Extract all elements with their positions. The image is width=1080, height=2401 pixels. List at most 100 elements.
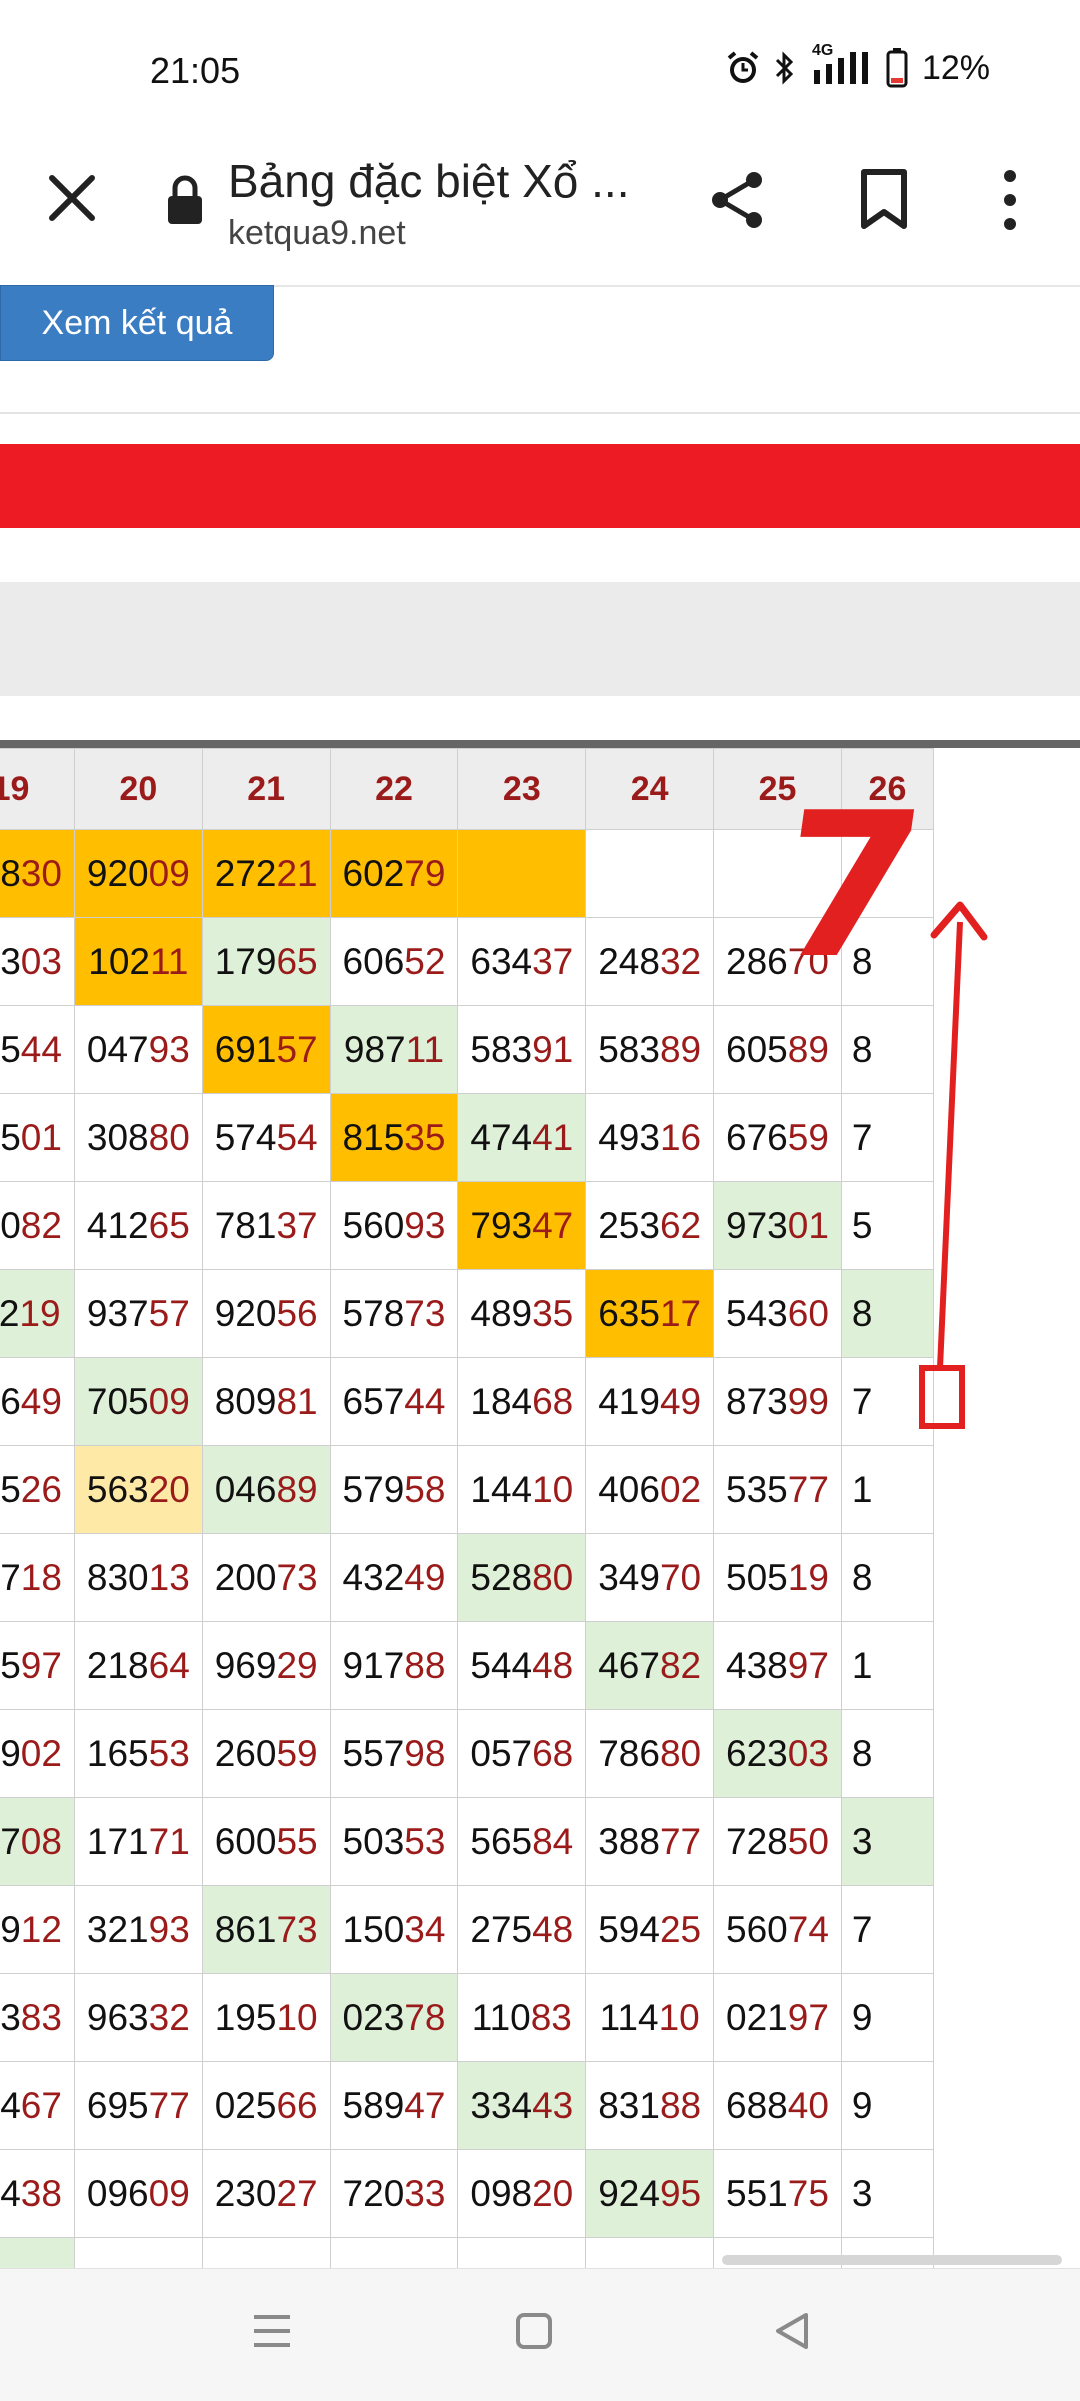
special-results-table: 181920212223242526 418309200927221602797…: [0, 740, 1080, 2273]
table-row: 079021655326059557980576878680623038: [0, 1709, 935, 1798]
result-cell: 38877: [585, 1797, 715, 1886]
close-icon[interactable]: [42, 168, 102, 228]
result-cell: 58391: [457, 1005, 587, 1094]
result-cell: 98711: [329, 1005, 459, 1094]
result-cell: 91788: [329, 1621, 459, 1710]
horizontal-scrollbar[interactable]: [722, 2255, 1062, 2265]
result-cell: 27221: [201, 829, 331, 918]
result-cell: 16718: [0, 1533, 75, 1622]
result-cell: 7: [840, 1357, 935, 1446]
result-cell: 59425: [585, 1885, 715, 1974]
result-cell: [585, 829, 715, 918]
result-cell: 60279: [329, 829, 459, 918]
result-cell: 27548: [457, 1885, 587, 1974]
back-icon[interactable]: [770, 2309, 814, 2358]
result-cell: 58389: [585, 1005, 715, 1094]
result-cell: 83188: [585, 2061, 715, 2150]
result-cell: 92056: [201, 1269, 331, 1358]
result-cell: 02378: [329, 1973, 459, 2062]
battery-percent: 12%: [921, 48, 990, 87]
result-cell: 65744: [329, 1357, 459, 1446]
lock-icon: [165, 174, 205, 226]
result-cell: 63517: [585, 1269, 715, 1358]
table-row: 055972186496929917885444846782438971: [0, 1621, 935, 1710]
table-row: 843839633219510023781108311410021979: [0, 1973, 935, 2062]
view-results-button[interactable]: Xem kết quả: [0, 285, 274, 361]
result-cell: 68840: [713, 2061, 842, 2150]
result-cell: 93757: [73, 1269, 203, 1358]
result-cell: 09820: [457, 2149, 587, 2238]
result-cell: 1: [840, 1621, 935, 1710]
result-cell: 14410: [457, 1445, 587, 1534]
status-time: 21:05: [150, 50, 241, 91]
result-cell: 56074: [713, 1885, 842, 1974]
table-row: 834380960923027720330982092495551753: [0, 2149, 935, 2238]
table-row: 834676957702566589473344383188688409: [0, 2061, 935, 2150]
result-cell: 43249: [329, 1533, 459, 1622]
recent-apps-icon[interactable]: [250, 2309, 294, 2358]
result-cell: 75303: [0, 917, 75, 1006]
result-cell: 86173: [201, 1885, 331, 1974]
result-cell: 7: [840, 1093, 935, 1182]
result-cell: 69577: [73, 2061, 203, 2150]
result-cell: 57873: [329, 1269, 459, 1358]
page-title: Bảng đặc biệt Xổ ...: [228, 155, 630, 207]
result-cell: 11410: [585, 1973, 715, 2062]
result-cell: 65912: [0, 1885, 75, 1974]
result-cell: 56093: [329, 1181, 459, 1270]
table-row: 112199375792056578734893563517543608: [0, 1269, 935, 1358]
column-header: 22: [329, 748, 459, 830]
red-banner: [0, 444, 1080, 528]
result-cell: 62303: [713, 1709, 842, 1798]
result-cell: 8: [840, 1709, 935, 1798]
share-icon[interactable]: [706, 168, 770, 232]
result-cell: 05597: [0, 1621, 75, 1710]
alarm-icon: [726, 50, 760, 86]
result-cell: 20073: [201, 1533, 331, 1622]
result-cell: 60055: [201, 1797, 331, 1886]
result-cell: 8: [840, 1269, 935, 1358]
result-cell: 72033: [329, 2149, 459, 2238]
result-cell: 23027: [201, 2149, 331, 2238]
result-cell: 05768: [457, 1709, 587, 1798]
result-cell: 24832: [585, 917, 715, 1006]
result-cell: 18468: [457, 1357, 587, 1446]
result-cell: 9: [840, 2061, 935, 2150]
result-cell: 34970: [585, 1533, 715, 1622]
result-cell: 19510: [201, 1973, 331, 2062]
result-cell: 41830: [0, 829, 75, 918]
result-cell: 70509: [73, 1357, 203, 1446]
result-cell: 47441: [457, 1093, 587, 1182]
result-cell: 57454: [201, 1093, 331, 1182]
result-cell: 58947: [329, 2061, 459, 2150]
result-cell: 55798: [329, 1709, 459, 1798]
more-options-icon[interactable]: [996, 166, 1024, 234]
result-cell: 83013: [73, 1533, 203, 1622]
result-cell: 84383: [0, 1973, 75, 2062]
result-cell: 54360: [713, 1269, 842, 1358]
table-row: 910824126578137560937934725362973015: [0, 1181, 935, 1270]
result-cell: 56584: [457, 1797, 587, 1886]
result-cell: 57958: [329, 1445, 459, 1534]
table-row: 955013088057454815354744149316676597: [0, 1093, 935, 1182]
result-cell: 25362: [585, 1181, 715, 1270]
bluetooth-icon: [774, 50, 796, 86]
result-cell: 17171: [73, 1797, 203, 1886]
result-cell: 54448: [457, 1621, 587, 1710]
result-cell: 60652: [329, 917, 459, 1006]
result-cell: 79347: [457, 1181, 587, 1270]
result-cell: 46782: [585, 1621, 715, 1710]
result-cell: 83467: [0, 2061, 75, 2150]
result-cell: 60589: [713, 1005, 842, 1094]
home-icon[interactable]: [512, 2309, 556, 2358]
result-cell: 63437: [457, 917, 587, 1006]
result-cell: 91082: [0, 1181, 75, 1270]
column-header: 20: [73, 748, 203, 830]
result-cell: 02566: [201, 2061, 331, 2150]
table-row: 407081717160055503535658438877728503: [0, 1797, 935, 1886]
system-nav-bar: [0, 2268, 1080, 2401]
result-cell: 40708: [0, 1797, 75, 1886]
table-row: 215440479369157987115839158389605898: [0, 1005, 935, 1094]
bookmark-icon[interactable]: [856, 168, 912, 232]
result-cell: 7: [840, 1885, 935, 1974]
